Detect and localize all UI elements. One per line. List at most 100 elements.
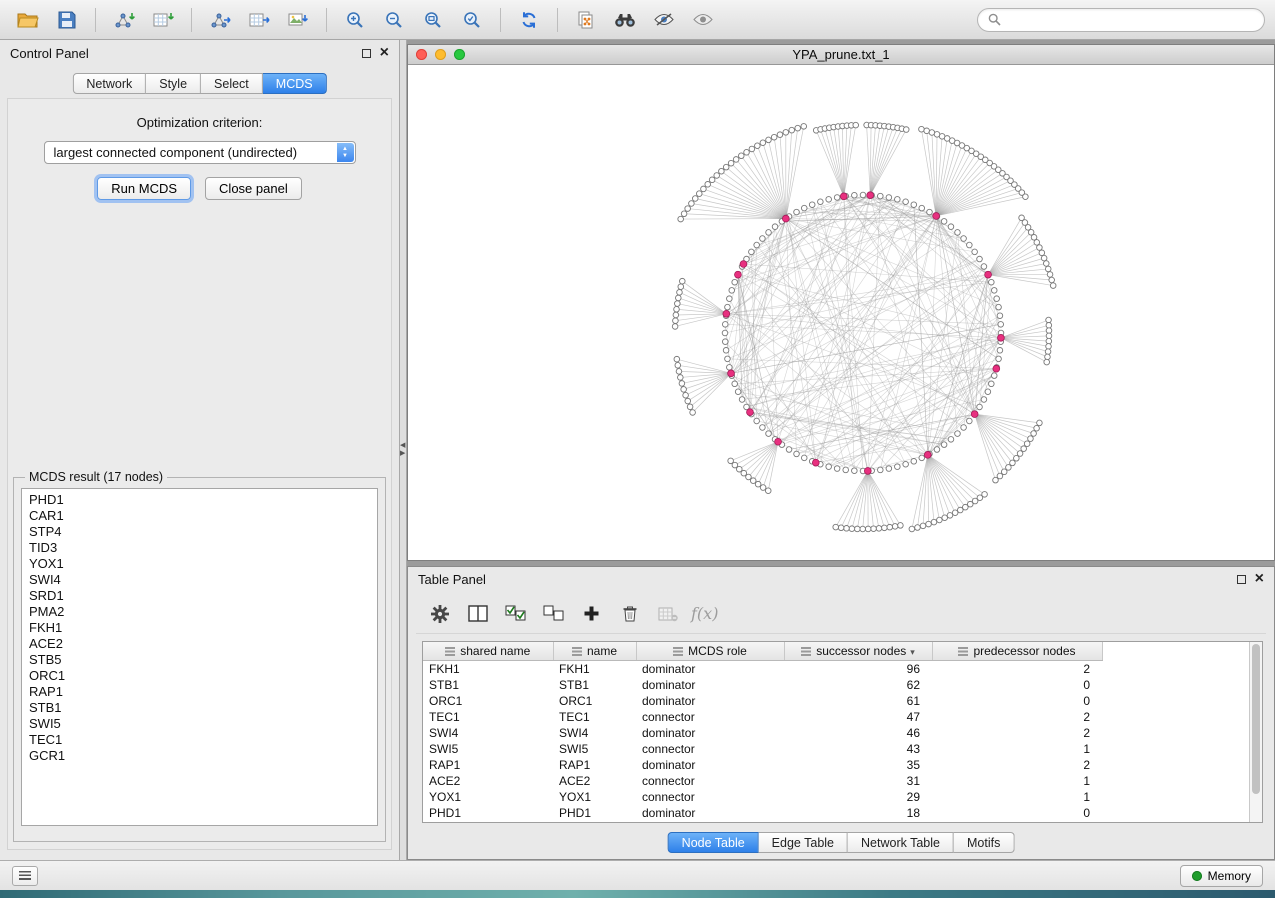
column-header-successor-nodes[interactable]: successor nodes▾ [784,642,932,660]
refresh-button[interactable] [511,4,547,36]
close-panel-icon[interactable]: × [380,48,389,58]
table-row-STB1[interactable]: STB1STB1dominator620 [423,677,1249,693]
zoom-in-icon [345,10,365,30]
cell-name: SWI4 [553,725,636,741]
save-button[interactable] [49,4,85,36]
select-all-icon [505,605,527,622]
network-graph[interactable] [408,65,1274,560]
tab-network[interactable]: Network [72,73,146,94]
table-row-RAP1[interactable]: RAP1RAP1dominator352 [423,757,1249,773]
clone-network-button[interactable] [568,4,604,36]
tab-select[interactable]: Select [201,73,263,94]
toolbar-separator [326,8,327,32]
eye-button[interactable] [685,4,721,36]
expand-right-icon[interactable]: ▶ [400,450,405,458]
close-table-panel-icon[interactable]: × [1255,574,1264,584]
mcds-result-item[interactable]: STB1 [22,700,377,716]
mcds-result-item[interactable]: GCR1 [22,748,377,764]
export-network-button[interactable] [202,4,238,36]
network-canvas[interactable] [408,65,1274,560]
import-table-button[interactable] [145,4,181,36]
import-network-button[interactable] [106,4,142,36]
column-header-MCDS-role[interactable]: MCDS role [636,642,784,660]
tab-edge-table[interactable]: Edge Table [759,832,848,853]
close-window-button[interactable] [416,49,427,60]
tab-mcds[interactable]: MCDS [263,73,327,94]
mcds-result-item[interactable]: ACE2 [22,636,377,652]
table-row-SWI4[interactable]: SWI4SWI4dominator462 [423,725,1249,741]
zoom-selected-button[interactable] [454,4,490,36]
mcds-result-item[interactable]: PMA2 [22,604,377,620]
zoom-in-button[interactable] [337,4,373,36]
table-row-SWI5[interactable]: SWI5SWI5connector431 [423,741,1249,757]
maximize-window-button[interactable] [454,49,465,60]
table-row-ORC1[interactable]: ORC1ORC1dominator610 [423,693,1249,709]
graphics-details-button[interactable] [646,4,682,36]
deselect-all-button[interactable] [539,599,568,629]
mcds-result-item[interactable]: TID3 [22,540,377,556]
optimization-criterion-select[interactable]: largest connected component (undirected)… [44,141,356,164]
mcds-result-item[interactable]: ORC1 [22,668,377,684]
mcds-result-item[interactable]: PHD1 [22,492,377,508]
open-file-button[interactable] [10,4,46,36]
mcds-tab-content: Optimization criterion: largest connecte… [7,98,392,850]
table-settings-button[interactable] [425,599,454,629]
mcds-result-item[interactable]: YOX1 [22,556,377,572]
add-column-button[interactable] [577,599,606,629]
column-header-name[interactable]: name [553,642,636,660]
float-panel-icon[interactable] [362,49,371,58]
status-menu-button[interactable] [12,866,38,886]
minimize-window-button[interactable] [435,49,446,60]
table-scrollbar[interactable] [1249,642,1262,822]
run-mcds-button[interactable]: Run MCDS [97,177,191,200]
mcds-result-item[interactable]: CAR1 [22,508,377,524]
search-input[interactable] [1007,13,1254,27]
tab-style[interactable]: Style [146,73,201,94]
memory-status-dot [1192,871,1202,881]
mcds-result-item[interactable]: STB5 [22,652,377,668]
cell-name: TEC1 [553,709,636,725]
table-row-PHD1[interactable]: PHD1PHD1dominator180 [423,805,1249,821]
scrollbar-thumb[interactable] [1252,644,1260,794]
cell-mcds_role: connector [636,741,784,757]
export-table-button[interactable] [241,4,277,36]
select-all-button[interactable] [501,599,530,629]
collapse-left-icon[interactable]: ◀ [400,442,405,450]
export-image-button[interactable] [280,4,316,36]
tab-node-table[interactable]: Node Table [668,832,759,853]
tab-motifs[interactable]: Motifs [954,832,1014,853]
panel-splitter[interactable]: ◀ ▶ [400,40,407,860]
mcds-result-item[interactable]: SRD1 [22,588,377,604]
cell-predecessor_nodes: 1 [932,789,1102,805]
tab-network-table[interactable]: Network Table [848,832,954,853]
export-table-icon [249,11,270,29]
zoom-fit-button[interactable] [415,4,451,36]
close-panel-button[interactable]: Close panel [205,177,302,200]
delete-column-button[interactable] [615,599,644,629]
table-row-ACE2[interactable]: ACE2ACE2connector311 [423,773,1249,789]
columns-icon [468,605,488,622]
column-header-shared-name[interactable]: shared name [423,642,553,660]
gear-icon [430,604,450,624]
search-network-button[interactable] [607,4,643,36]
toolbar-separator [191,8,192,32]
mcds-result-item[interactable]: STP4 [22,524,377,540]
mcds-result-list[interactable]: PHD1CAR1STP4TID3YOX1SWI4SRD1PMA2FKH1ACE2… [21,488,378,826]
mcds-result-item[interactable]: SWI5 [22,716,377,732]
show-columns-button[interactable] [463,599,492,629]
mcds-result-item[interactable]: FKH1 [22,620,377,636]
memory-button[interactable]: Memory [1180,865,1263,887]
mcds-result-item[interactable]: TEC1 [22,732,377,748]
table-row-YOX1[interactable]: YOX1YOX1connector291 [423,789,1249,805]
table-row-TEC1[interactable]: TEC1TEC1connector472 [423,709,1249,725]
network-window-titlebar[interactable]: YPA_prune.txt_1 [408,45,1274,65]
mcds-result-item[interactable]: RAP1 [22,684,377,700]
cell-shared_name: STB1 [423,677,553,693]
float-table-panel-icon[interactable] [1237,575,1246,584]
mcds-result-box: MCDS result (17 nodes) PHD1CAR1STP4TID3Y… [13,470,386,842]
mcds-result-item[interactable]: SWI4 [22,572,377,588]
zoom-out-button[interactable] [376,4,412,36]
column-header-predecessor-nodes[interactable]: predecessor nodes [932,642,1102,660]
cell-name: PHD1 [553,805,636,821]
table-row-FKH1[interactable]: FKH1FKH1dominator962 [423,660,1249,677]
